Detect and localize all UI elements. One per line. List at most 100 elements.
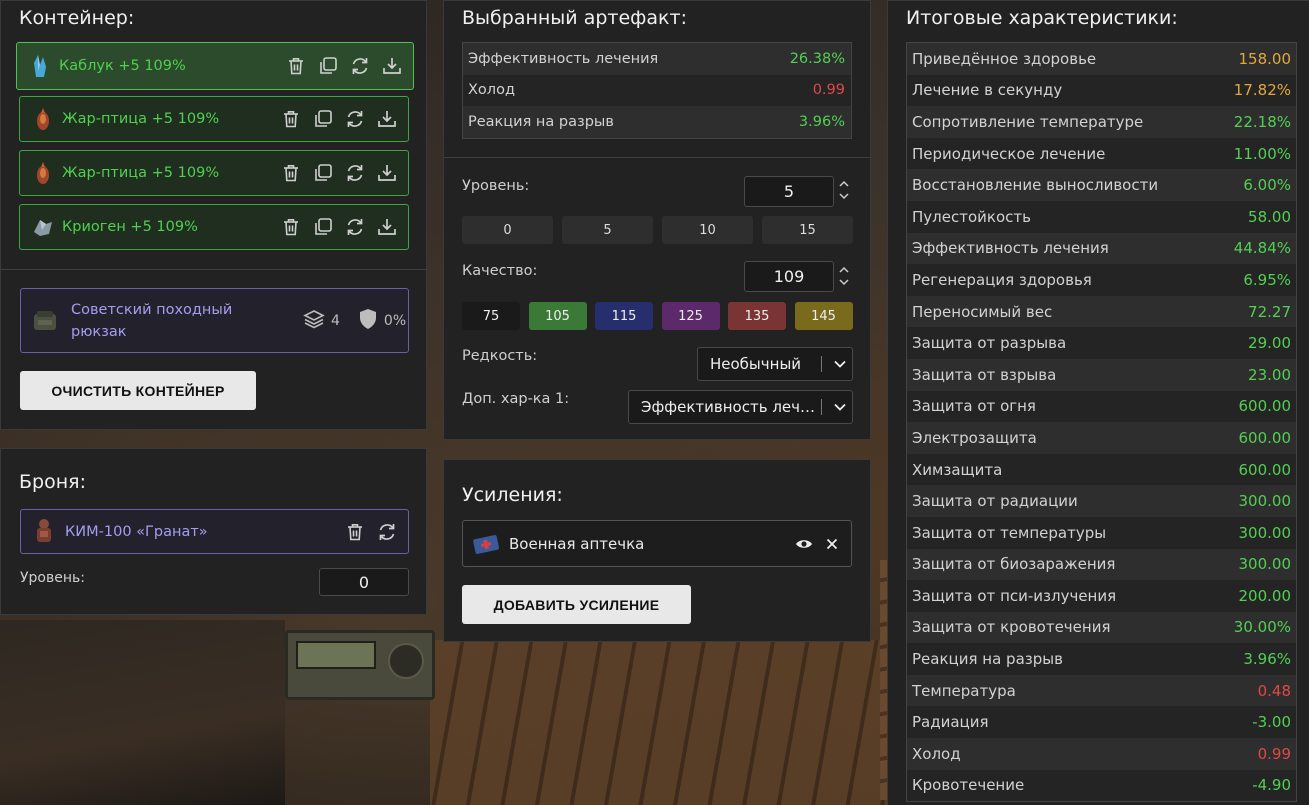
rarity-select[interactable]: Необычный bbox=[697, 347, 853, 381]
totals-row: Температура 0.48 bbox=[907, 674, 1296, 707]
totals-row: Пулестойкость 58.00 bbox=[907, 200, 1296, 233]
totals-value: 23.00 bbox=[1248, 365, 1291, 384]
totals-label: Сопротивление температуре bbox=[912, 112, 1144, 131]
download-icon[interactable] bbox=[376, 108, 398, 130]
eye-icon[interactable] bbox=[793, 533, 815, 555]
totals-label: Защита от кровотечения bbox=[912, 618, 1111, 637]
totals-row: Восстановление выносливости 6.00% bbox=[907, 169, 1296, 201]
armor-icon bbox=[33, 518, 55, 545]
background-radio bbox=[285, 630, 435, 700]
level-spinner[interactable] bbox=[837, 179, 851, 203]
chevron-up-icon[interactable] bbox=[839, 179, 849, 190]
stat-label: Холод bbox=[468, 82, 515, 99]
quality-preset-button[interactable]: 105 bbox=[528, 302, 587, 330]
totals-row: Защита от кровотечения 30.00% bbox=[907, 611, 1296, 644]
quality-input[interactable]: 109 bbox=[744, 261, 834, 292]
quality-preset-button[interactable]: 125 bbox=[661, 302, 720, 330]
copy-icon[interactable] bbox=[317, 55, 339, 77]
cryogen-icon bbox=[32, 214, 54, 240]
totals-label: Восстановление выносливости bbox=[912, 176, 1159, 195]
quality-spinner[interactable] bbox=[837, 265, 851, 289]
quality-preset-button[interactable]: 75 bbox=[462, 302, 520, 330]
boosts-title: Усиления: bbox=[462, 484, 563, 506]
artifact-name: Криоген +5 109% bbox=[62, 219, 198, 235]
stat-value: 0.99 bbox=[812, 82, 845, 99]
level-label: Уровень: bbox=[462, 178, 530, 194]
stat-label: Реакция на разрыв bbox=[468, 113, 614, 130]
totals-value: 300.00 bbox=[1238, 555, 1292, 574]
quality-preset-button[interactable]: 145 bbox=[794, 302, 853, 330]
add-boost-button[interactable]: ДОБАВИТЬ УСИЛЕНИЕ bbox=[462, 585, 691, 624]
trash-icon[interactable] bbox=[280, 216, 302, 238]
totals-row: Химзащита 600.00 bbox=[907, 453, 1296, 486]
totals-label: Эффективность лечения bbox=[912, 239, 1109, 258]
stat-label: Эффективность лечения bbox=[468, 50, 659, 67]
level-presets: 0 5 10 15 bbox=[462, 216, 853, 244]
boost-item[interactable]: Военная аптечка bbox=[462, 520, 852, 567]
clear-container-button[interactable]: ОЧИСТИТЬ КОНТЕЙНЕР bbox=[20, 371, 256, 410]
trash-icon[interactable] bbox=[285, 55, 307, 77]
download-icon[interactable] bbox=[381, 55, 403, 77]
level-input[interactable]: 5 bbox=[744, 176, 834, 207]
totals-label: Лечение в секунду bbox=[912, 81, 1063, 100]
totals-row: Защита от биозаражения 300.00 bbox=[907, 548, 1296, 581]
extra-stat-label: Доп. хар-ка 1: bbox=[462, 391, 570, 407]
selected-artifact-title: Выбранный артефакт: bbox=[462, 7, 687, 29]
totals-row: Эффективность лечения 44.84% bbox=[907, 232, 1296, 265]
trash-icon[interactable] bbox=[344, 521, 366, 543]
totals-label: Защита от пси-излучения bbox=[912, 586, 1117, 605]
chevron-down-icon[interactable] bbox=[839, 278, 849, 289]
divider bbox=[1, 269, 428, 270]
artifact-item[interactable]: Жар-птица +5 109% bbox=[19, 96, 409, 142]
artifact-item[interactable]: Криоген +5 109% bbox=[19, 204, 409, 250]
replace-icon[interactable] bbox=[376, 521, 398, 543]
replace-icon[interactable] bbox=[344, 162, 366, 184]
chevron-down-icon[interactable] bbox=[839, 192, 849, 203]
backpack-item[interactable]: Советский походный рюкзак 4 0% bbox=[20, 288, 409, 353]
level-preset-button[interactable]: 15 bbox=[762, 216, 853, 244]
armor-panel: Броня: КИМ-100 «Гранат» Уровень: 0 bbox=[0, 448, 427, 615]
chevron-up-icon[interactable] bbox=[839, 265, 849, 276]
chevron-down-icon bbox=[828, 403, 852, 411]
totals-value: 72.27 bbox=[1248, 302, 1291, 321]
level-preset-button[interactable]: 0 bbox=[462, 216, 553, 244]
artifact-item[interactable]: Жар-птица +5 109% bbox=[19, 150, 409, 196]
copy-icon[interactable] bbox=[312, 216, 334, 238]
armor-level-input[interactable]: 0 bbox=[319, 568, 409, 596]
replace-icon[interactable] bbox=[344, 108, 366, 130]
level-preset-button[interactable]: 5 bbox=[562, 216, 653, 244]
totals-label: Пулестойкость bbox=[912, 207, 1031, 226]
background-floor bbox=[430, 640, 890, 805]
totals-value: 44.84% bbox=[1233, 239, 1291, 258]
artifact-item[interactable]: Каблук +5 109% bbox=[16, 42, 414, 90]
background-scene bbox=[0, 620, 285, 805]
totals-label: Переносимый вес bbox=[912, 302, 1053, 321]
totals-value: 6.95% bbox=[1243, 270, 1291, 289]
copy-icon[interactable] bbox=[312, 162, 334, 184]
medkit-icon bbox=[473, 531, 499, 557]
artifact-name: Жар-птица +5 109% bbox=[62, 111, 220, 127]
backpack-slots-value: 4 bbox=[331, 312, 340, 329]
download-icon[interactable] bbox=[376, 162, 398, 184]
replace-icon[interactable] bbox=[349, 55, 371, 77]
replace-icon[interactable] bbox=[344, 216, 366, 238]
totals-value: 600.00 bbox=[1238, 428, 1292, 447]
artifact-name: Жар-птица +5 109% bbox=[62, 165, 220, 181]
level-preset-button[interactable]: 10 bbox=[662, 216, 753, 244]
quality-preset-button[interactable]: 115 bbox=[595, 302, 653, 330]
totals-label: Защита от разрыва bbox=[912, 334, 1067, 353]
armor-item[interactable]: КИМ-100 «Гранат» bbox=[20, 509, 409, 554]
quality-preset-button[interactable]: 135 bbox=[728, 302, 786, 330]
trash-icon[interactable] bbox=[280, 108, 302, 130]
copy-icon[interactable] bbox=[312, 108, 334, 130]
trash-icon[interactable] bbox=[280, 162, 302, 184]
download-icon[interactable] bbox=[376, 216, 398, 238]
totals-value: 6.00% bbox=[1243, 176, 1291, 195]
stat-row: Холод 0.99 bbox=[463, 74, 851, 106]
chevron-down-icon bbox=[828, 360, 852, 368]
totals-value: 158.00 bbox=[1238, 49, 1292, 68]
extra-stat-select[interactable]: Эффективность лечения bbox=[628, 390, 853, 424]
quality-label: Качество: bbox=[462, 263, 538, 279]
close-icon[interactable] bbox=[821, 533, 843, 555]
totals-row: Кровотечение -4.90 bbox=[907, 769, 1296, 802]
